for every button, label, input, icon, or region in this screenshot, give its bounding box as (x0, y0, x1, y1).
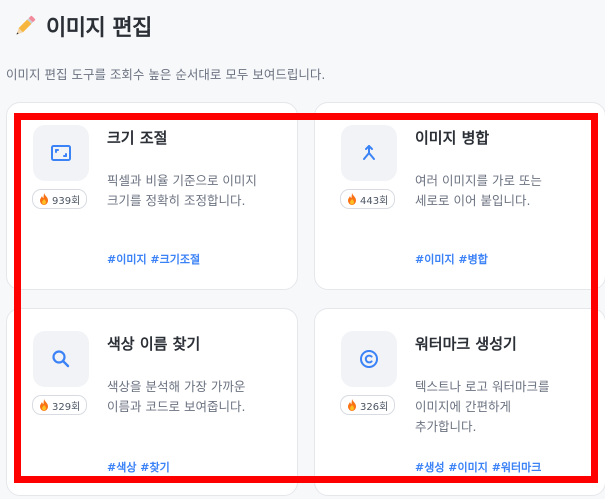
view-count: 329회 (52, 401, 81, 413)
page-title: 이미지 편집 (46, 16, 152, 41)
page-header: 이미지 편집 (12, 10, 152, 42)
tool-card-resize[interactable]: 939회 크기 조절 픽셀과 비율 기준으로 이미지 크기를 정확히 조정합니다… (6, 102, 298, 290)
fire-icon (40, 193, 48, 205)
copyright-icon (360, 350, 378, 368)
fire-icon (348, 399, 356, 411)
tool-title: 이미지 병합 (415, 129, 490, 147)
tool-icon-box (33, 125, 89, 181)
tool-card-merge[interactable]: 443회 이미지 병합 여러 이미지를 가로 또는 세로로 이어 붙입니다. #… (314, 102, 605, 290)
tool-description: 픽셀과 비율 기준으로 이미지 크기를 정확히 조정합니다. (107, 173, 257, 208)
tool-icon-box (33, 331, 89, 387)
tool-icon-box (341, 125, 397, 181)
tool-description: 텍스트나 로고 워터마크를 이미지에 간편하게 추가합니다. (415, 379, 550, 434)
tool-tags[interactable]: #이미지 #크기조절 (107, 251, 200, 267)
view-count-badge: 326회 (340, 395, 396, 415)
tool-tags[interactable]: #생성 #이미지 #워터마크 (415, 459, 541, 475)
view-count-badge: 443회 (340, 189, 396, 209)
search-icon (52, 350, 70, 368)
pencil-icon (16, 15, 36, 35)
view-count-badge: 939회 (32, 189, 88, 209)
tool-description: 여러 이미지를 가로 또는 세로로 이어 붙입니다. (415, 173, 542, 208)
tool-card-color-name[interactable]: 329회 색상 이름 찾기 색상을 분석해 가장 가까운 이름과 코드로 보여줍… (6, 308, 298, 496)
view-count: 326회 (360, 401, 389, 413)
tool-description: 색상을 분석해 가장 가까운 이름과 코드로 보여줍니다. (107, 379, 246, 414)
tool-title: 색상 이름 찾기 (107, 335, 201, 353)
view-count: 939회 (52, 195, 81, 207)
fire-icon (348, 193, 356, 205)
tool-title: 워터마크 생성기 (415, 335, 517, 353)
fire-icon (40, 399, 48, 411)
tool-tags[interactable]: #이미지 #병합 (415, 251, 488, 267)
tool-tags[interactable]: #색상 #찾기 (107, 459, 170, 475)
merge-icon (363, 145, 375, 160)
view-count-badge: 329회 (32, 395, 88, 415)
resize-icon (51, 145, 71, 161)
tool-card-watermark[interactable]: 326회 워터마크 생성기 텍스트나 로고 워터마크를 이미지에 간편하게 추가… (314, 308, 605, 496)
tool-title: 크기 조절 (107, 129, 168, 147)
tool-icon-box (341, 331, 397, 387)
page-subtitle: 이미지 편집 도구를 조회수 높은 순서대로 모두 보여드립니다. (6, 67, 326, 82)
view-count: 443회 (360, 195, 389, 207)
